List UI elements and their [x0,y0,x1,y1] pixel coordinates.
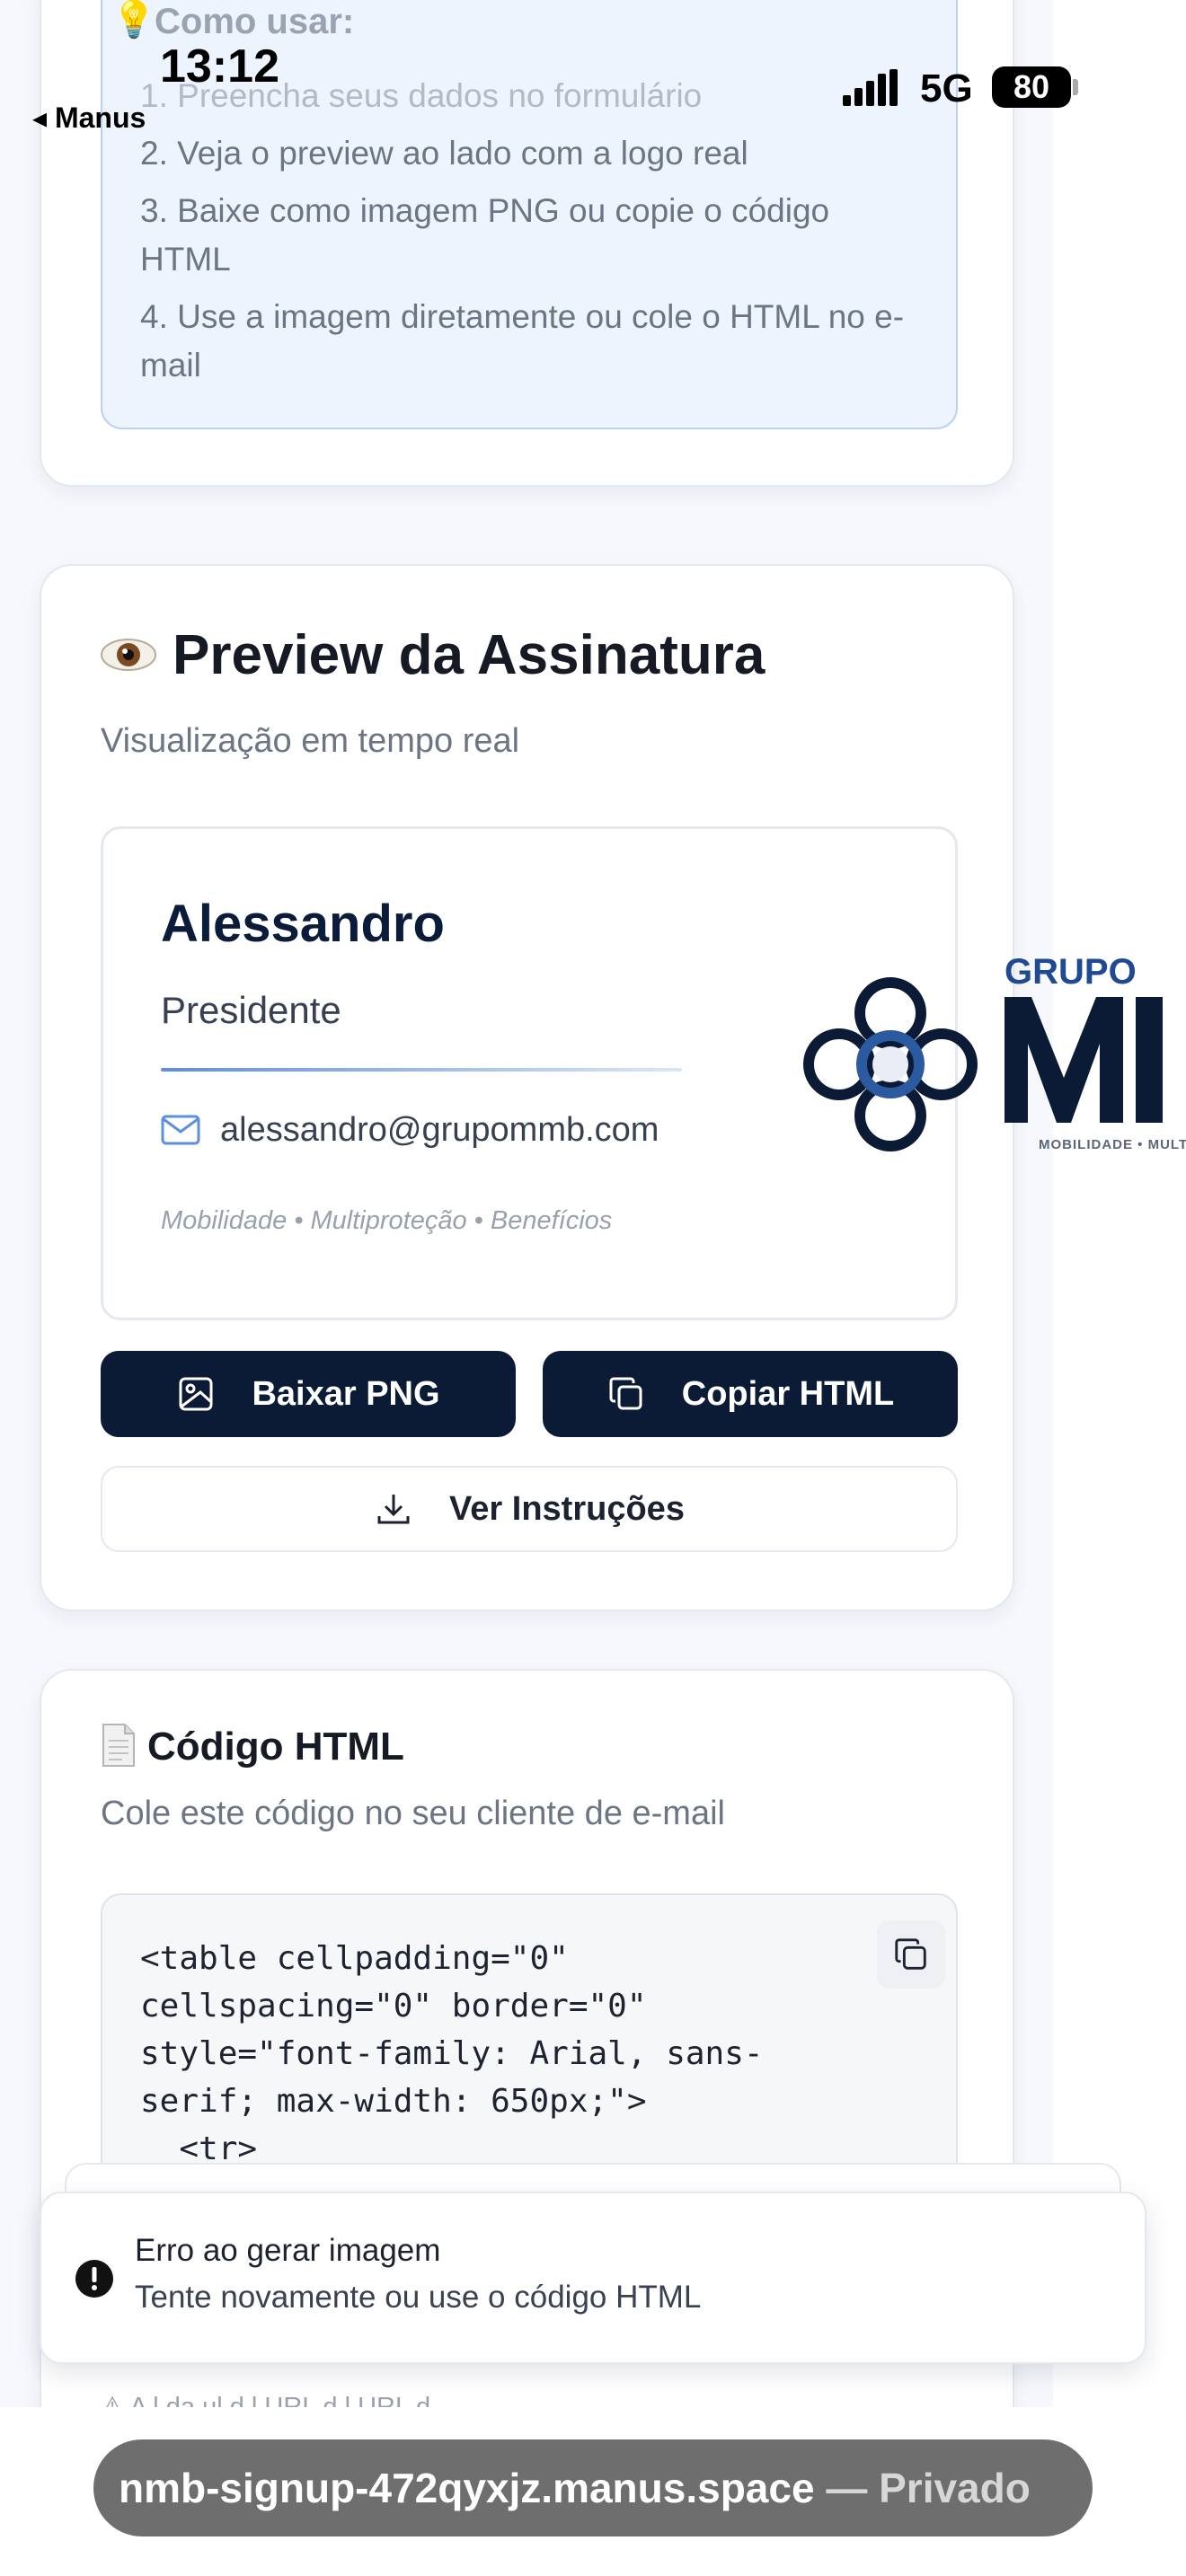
status-time: 13:12 [160,40,279,93]
code-subtitle: Cole este código no seu cliente de e-mai… [101,1795,725,1832]
toast-message: Tente novamente ou use o código HTML [135,2280,702,2315]
copy-html-label: Copiar HTML [681,1374,895,1413]
howto-steps: 1. Preencha seus dados no formulário 2. … [140,72,913,399]
battery-level: 80 [1013,68,1050,105]
download-png-button[interactable]: Baixar PNG [101,1351,516,1437]
url-domain: nmb-signup-472qyxjz.manus.space [119,2465,815,2511]
document-icon [102,1724,135,1768]
code-title-text: Código HTML [147,1725,404,1769]
preview-subtitle: Visualização em tempo real [101,722,520,760]
toast-title: Erro ao gerar imagem [135,2233,441,2268]
battery-indicator: 80 [992,66,1071,108]
signature-role: Presidente [161,989,341,1031]
error-toast[interactable]: Erro ao gerar imagem Tente novamente ou … [40,2192,1146,2364]
company-logo [803,977,1163,1151]
instructions-label: Ver Instruções [449,1489,685,1528]
howto-step: 4. Use a imagem diretamente ou cole o HT… [140,298,905,384]
copy-code-button[interactable] [877,1920,945,1989]
address-text: nmb-signup-472qyxjz.manus.space — Privad… [93,2464,1031,2512]
url-privacy: — Privado [826,2465,1031,2511]
preview-title: Preview da Assinatura [101,623,765,687]
code-title: Código HTML [101,1724,404,1769]
back-to-app-link[interactable]: ◂ Manus [32,101,146,135]
copy-html-button[interactable]: Copiar HTML [543,1351,958,1437]
code-snippet[interactable]: <table cellpadding="0" cellspacing="0" b… [140,1935,877,2173]
howto-step: 2. Veja o preview ao lado com a logo rea… [140,135,748,172]
error-icon [75,2260,113,2298]
lightbulb-icon: 💡 [111,0,156,40]
preview-title-text: Preview da Assinatura [173,624,766,686]
logo-subtitle: MOBILIDADE • MULT [1039,1137,1186,1152]
howto-step: 3. Baixe como imagem PNG ou copie o códi… [140,192,830,278]
mail-icon [161,1115,200,1145]
signature-name: Alessandro [161,895,445,953]
howto-title: Como usar: [155,2,355,41]
instructions-button[interactable]: Ver Instruções [101,1466,958,1552]
address-bar[interactable]: nmb-signup-472qyxjz.manus.space — Privad… [93,2439,1093,2536]
download-png-label: Baixar PNG [252,1374,440,1413]
signature-email: alessandro@grupommb.com [220,1110,659,1149]
signal-icon [843,69,898,106]
download-icon [377,1495,410,1524]
image-icon [179,1377,213,1411]
screen: { "status_bar": { "time": "13:12", "back… [0,0,1186,2576]
battery-tip [1073,79,1078,95]
network-type: 5G [920,66,973,110]
copy-icon [895,1938,926,1970]
eye-icon [101,638,156,671]
signature-tagline: Mobilidade • Multiproteção • Benefícios [161,1206,613,1235]
signature-divider [161,1068,682,1072]
copy-icon [609,1377,642,1410]
signature-email-row: alessandro@grupommb.com [161,1107,659,1152]
